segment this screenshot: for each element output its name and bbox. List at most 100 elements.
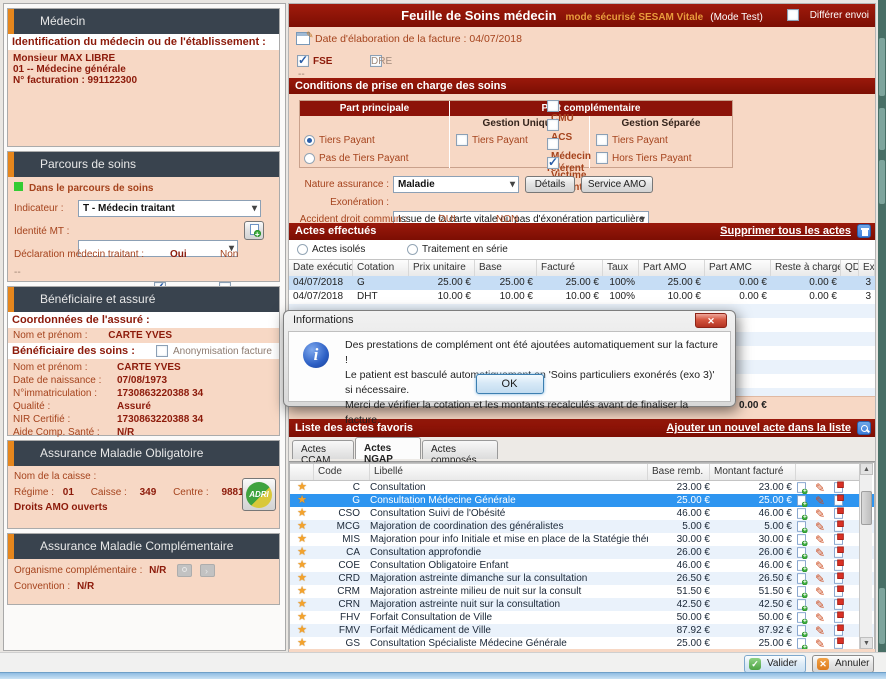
favoris-row[interactable]: ★CRMMajoration astreinte milieu de nuit … xyxy=(290,585,874,598)
service-amo-button[interactable]: Service AMO xyxy=(581,176,653,193)
add-to-invoice-icon[interactable] xyxy=(797,586,806,596)
remove-doc-icon[interactable] xyxy=(834,573,843,583)
add-to-invoice-icon[interactable] xyxy=(797,521,806,531)
ok-button[interactable]: OK xyxy=(476,374,544,394)
scroll-up-icon[interactable]: ▲ xyxy=(860,463,873,475)
pas-tiers-payant-radio[interactable] xyxy=(304,153,315,164)
star-icon[interactable]: ★ xyxy=(297,611,307,623)
actes-col-header[interactable]: Base xyxy=(475,260,537,276)
favoris-row[interactable]: ★MISMajoration pour info Initiale et mis… xyxy=(290,533,874,546)
acs-checkbox[interactable] xyxy=(547,119,559,131)
acte-row[interactable]: 04/07/2018G25.00 €25.00 €25.00 €100%25.0… xyxy=(289,276,875,290)
actes-col-header[interactable]: Facturé xyxy=(537,260,603,276)
tab-actes-ngap[interactable]: Actes NGAP xyxy=(355,437,421,459)
star-icon[interactable]: ★ xyxy=(297,559,307,571)
remove-doc-icon[interactable] xyxy=(834,586,843,596)
gs-tiers-payant-checkbox[interactable] xyxy=(596,134,608,146)
tab-actes-ccam[interactable]: Actes CCAM xyxy=(292,440,354,459)
favoris-row[interactable]: ★FMVForfait Médicament de Ville87.92 €87… xyxy=(290,624,874,637)
actes-col-header[interactable]: Reste à charge xyxy=(771,260,841,276)
add-to-invoice-icon[interactable] xyxy=(797,560,806,570)
star-icon[interactable]: ★ xyxy=(297,507,307,519)
edit-pencil-icon[interactable]: ✎ xyxy=(815,483,825,493)
add-to-invoice-icon[interactable] xyxy=(797,573,806,583)
edit-pencil-icon[interactable]: ✎ xyxy=(815,509,825,519)
favoris-row[interactable]: ★GConsultation Médecine Générale25.00 €2… xyxy=(290,494,874,507)
add-to-invoice-icon[interactable] xyxy=(797,599,806,609)
edit-pencil-icon[interactable]: ✎ xyxy=(815,561,825,571)
gu-tiers-payant-checkbox[interactable] xyxy=(456,134,468,146)
tiers-payant-radio[interactable] xyxy=(304,135,315,146)
edit-pencil-icon[interactable]: ✎ xyxy=(815,639,825,649)
actes-col-header[interactable]: Cotation xyxy=(353,260,409,276)
remove-doc-icon[interactable] xyxy=(834,612,843,622)
remove-doc-icon[interactable] xyxy=(834,521,843,531)
close-icon[interactable]: ✕ xyxy=(695,313,727,328)
edit-pencil-icon[interactable]: ✎ xyxy=(815,574,825,584)
star-icon[interactable]: ★ xyxy=(297,546,307,558)
traitement-serie-radio[interactable] xyxy=(407,244,418,255)
favoris-row[interactable]: ★CRNMajoration astreinte nuit sur la con… xyxy=(290,598,874,611)
star-icon[interactable]: ★ xyxy=(297,598,307,610)
star-icon[interactable]: ★ xyxy=(297,481,307,493)
remove-doc-icon[interactable] xyxy=(834,482,843,492)
remove-doc-icon[interactable] xyxy=(834,560,843,570)
remove-doc-icon[interactable] xyxy=(834,508,843,518)
hors-tiers-payant-checkbox[interactable] xyxy=(596,152,608,164)
edit-pencil-icon[interactable]: ✎ xyxy=(815,535,825,545)
edit-pencil-icon[interactable]: ✎ xyxy=(815,587,825,597)
favoris-row[interactable]: ★CAConsultation approfondie26.00 €26.00 … xyxy=(290,546,874,559)
indicateur-select[interactable]: T - Médecin traitant xyxy=(78,200,261,217)
star-icon[interactable]: ★ xyxy=(297,572,307,584)
remove-doc-icon[interactable] xyxy=(834,625,843,635)
add-to-invoice-icon[interactable] xyxy=(797,495,806,505)
edit-pencil-icon[interactable]: ✎ xyxy=(815,613,825,623)
add-mt-button[interactable] xyxy=(244,221,264,240)
delete-all-actes-link[interactable]: Supprimer tous les actes xyxy=(720,223,851,240)
star-icon[interactable]: ★ xyxy=(297,533,307,545)
actes-col-header[interactable]: Part AMO xyxy=(639,260,705,276)
valider-button[interactable]: ✓ Valider xyxy=(744,655,806,673)
acte-row[interactable]: 04/07/2018DHT10.00 €10.00 €10.00 €100%10… xyxy=(289,290,875,304)
organisme-search-button[interactable] xyxy=(177,564,192,577)
edit-pencil-icon[interactable]: ✎ xyxy=(815,548,825,558)
differer-checkbox[interactable] xyxy=(787,9,799,21)
victime-attentat-checkbox[interactable] xyxy=(547,157,559,169)
scroll-down-icon[interactable]: ▼ xyxy=(860,637,873,649)
remove-doc-icon[interactable] xyxy=(834,495,843,505)
remove-doc-icon[interactable] xyxy=(834,599,843,609)
edit-pencil-icon[interactable]: ✎ xyxy=(815,626,825,636)
fse-checkbox[interactable] xyxy=(297,55,309,67)
actes-col-header[interactable]: QD xyxy=(841,260,859,276)
favoris-row[interactable]: ★COEConsultation Obligatoire Enfant46.00… xyxy=(290,559,874,572)
add-to-invoice-icon[interactable] xyxy=(797,508,806,518)
annuler-button[interactable]: ✕ Annuler xyxy=(812,655,874,673)
star-icon[interactable]: ★ xyxy=(297,520,307,532)
favoris-row[interactable]: ★CConsultation23.00 €23.00 €✎ xyxy=(290,481,874,494)
tab-actes-composes[interactable]: Actes composés xyxy=(422,440,498,459)
edit-pencil-icon[interactable]: ✎ xyxy=(815,496,825,506)
edit-pencil-icon[interactable]: ✎ xyxy=(815,600,825,610)
actes-col-header[interactable]: Exo xyxy=(859,260,875,276)
medecin-referent-checkbox[interactable] xyxy=(547,138,559,150)
remove-doc-icon[interactable] xyxy=(834,638,843,648)
edit-pencil-icon[interactable]: ✎ xyxy=(815,522,825,532)
cmu-checkbox[interactable] xyxy=(547,100,559,112)
details-button[interactable]: Détails xyxy=(525,176,575,193)
favoris-row[interactable]: ★MCGMajoration de coordination des génér… xyxy=(290,520,874,533)
add-to-invoice-icon[interactable] xyxy=(797,638,806,648)
nature-assurance-select[interactable]: Maladie xyxy=(393,176,519,193)
adri-button[interactable]: ADRI xyxy=(242,478,276,511)
star-icon[interactable]: ★ xyxy=(297,585,307,597)
favoris-row[interactable]: ★FHVForfait Consultation de Ville50.00 €… xyxy=(290,611,874,624)
add-to-invoice-icon[interactable] xyxy=(797,612,806,622)
remove-doc-icon[interactable] xyxy=(834,547,843,557)
trash-icon[interactable] xyxy=(857,224,871,238)
add-to-invoice-icon[interactable] xyxy=(797,625,806,635)
favoris-row[interactable]: ★CSOConsultation Suivi de l'Obésité46.00… xyxy=(290,507,874,520)
remove-doc-icon[interactable] xyxy=(834,534,843,544)
actes-col-header[interactable]: Part AMC xyxy=(705,260,771,276)
actes-col-header[interactable]: Prix unitaire xyxy=(409,260,475,276)
add-to-invoice-icon[interactable] xyxy=(797,534,806,544)
favoris-row[interactable]: ★CRDMajoration astreinte dimanche sur la… xyxy=(290,572,874,585)
